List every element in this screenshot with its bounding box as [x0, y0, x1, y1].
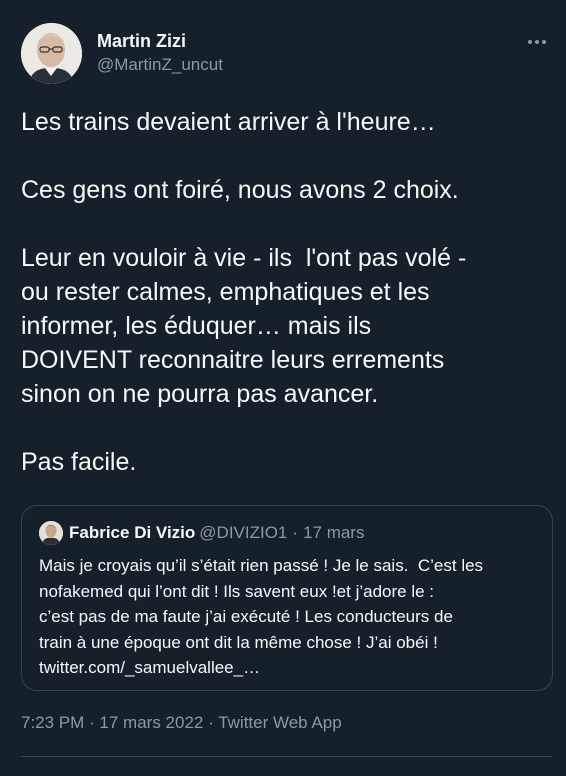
- tweet-time-link[interactable]: 7:23 PM: [21, 713, 84, 732]
- meta-separator: ·: [203, 713, 219, 732]
- tweet-date-link[interactable]: 17 mars 2022: [99, 713, 203, 732]
- tweet-line-gap: [21, 411, 552, 445]
- quoted-author-avatar[interactable]: [39, 521, 63, 545]
- more-options-button[interactable]: [524, 29, 550, 55]
- more-horizontal-icon: [528, 40, 546, 44]
- meta-separator: ·: [84, 713, 100, 732]
- author-avatar-image: [21, 23, 82, 84]
- tweet-line: DOIVENT reconnaitre leurs errements: [21, 346, 445, 374]
- author-info: Martin Zizi @MartinZ_uncut: [97, 31, 223, 75]
- author-handle[interactable]: @MartinZ_uncut: [97, 55, 223, 75]
- tweet-source-link[interactable]: Twitter Web App: [218, 713, 341, 732]
- quoted-tweet-header: Fabrice Di Vizio @DIVIZIO1 · 17 mars: [39, 520, 536, 546]
- quoted-line: train à une époque ont dit la même chose…: [39, 632, 438, 652]
- tweet-line: informer, les éduquer… mais ils: [21, 312, 372, 340]
- quoted-author-name[interactable]: Fabrice Di Vizio: [69, 523, 195, 543]
- tweet-line: Leur en vouloir à vie - ils l'ont pas vo…: [21, 244, 467, 272]
- quoted-line: c’est pas de ma faute j’ai exécuté ! Les…: [39, 607, 453, 626]
- quoted-tweet[interactable]: Fabrice Di Vizio @DIVIZIO1 · 17 mars Mai…: [21, 505, 553, 691]
- quoted-tweet-text: Mais je croyais qu’il s’était rien passé…: [39, 553, 536, 681]
- tweet-line: sinon on ne pourra pas avancer.: [21, 380, 379, 408]
- quoted-separator: ·: [292, 523, 299, 542]
- tweet-line-gap: [21, 207, 552, 241]
- author-name[interactable]: Martin Zizi: [97, 31, 223, 51]
- tweet-line: Ces gens ont foiré, nous avons 2 choix.: [21, 176, 459, 204]
- author-avatar[interactable]: [21, 23, 82, 84]
- tweet: Martin Zizi @MartinZ_uncut Les trains de…: [0, 0, 566, 776]
- quoted-author-handle[interactable]: @DIVIZIO1: [199, 523, 287, 543]
- quoted-line: Mais je croyais qu’il s’était rien passé…: [39, 556, 484, 575]
- quoted-author-avatar-image: [39, 521, 63, 545]
- tweet-text: Les trains devaient arriver à l'heure… C…: [21, 105, 552, 479]
- quoted-date[interactable]: 17 mars: [303, 523, 364, 543]
- tweet-line: Pas facile.: [21, 448, 137, 476]
- tweet-line: ou rester calmes, emphatiques et les: [21, 278, 430, 306]
- tweet-header: Martin Zizi @MartinZ_uncut: [21, 23, 552, 84]
- tweet-metadata: 7:23 PM · 17 mars 2022 · Twitter Web App: [21, 711, 342, 735]
- divider: [21, 756, 552, 757]
- quoted-link[interactable]: twitter.com/_samuelvallee_…: [39, 655, 536, 681]
- tweet-line: Les trains devaient arriver à l'heure…: [21, 108, 436, 136]
- tweet-line-gap: [21, 139, 552, 173]
- quoted-line: nofakemed qui l’ont dit ! Ils savent eux…: [39, 581, 435, 601]
